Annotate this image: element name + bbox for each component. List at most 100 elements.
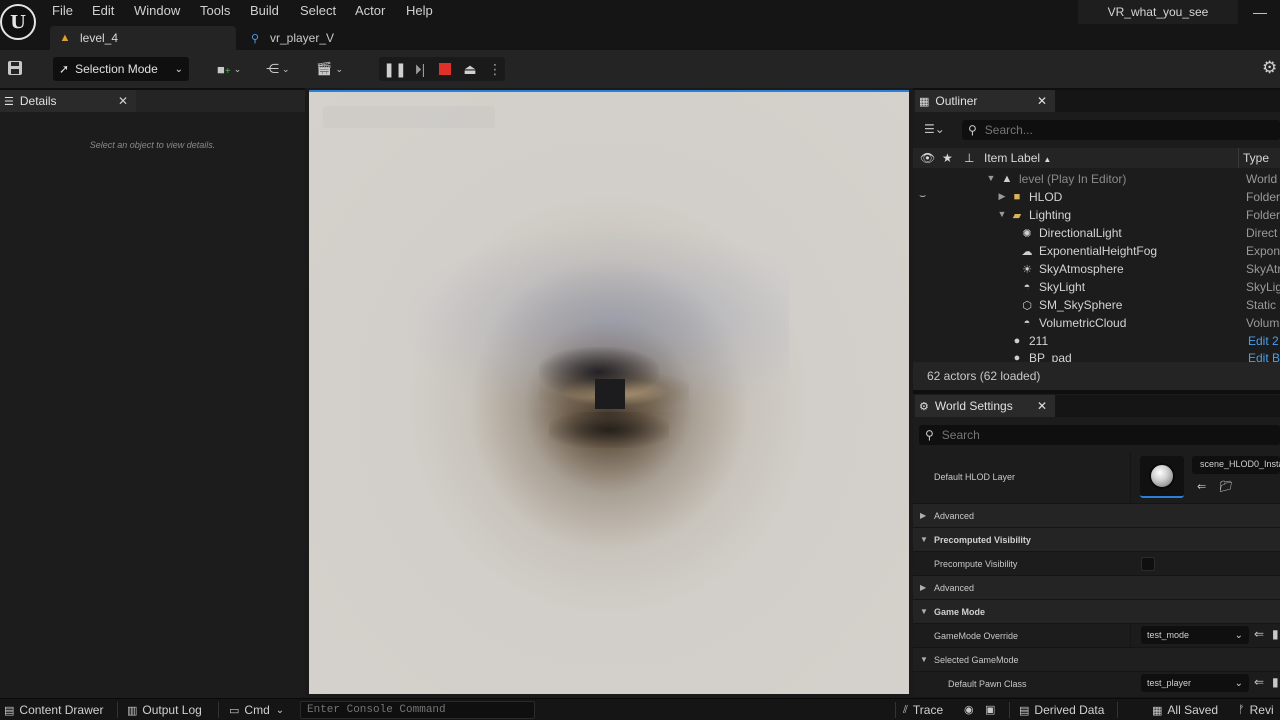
expanded-arrow-icon[interactable]: ▼ (986, 173, 996, 183)
sky-atmosphere-icon: ☀ (1022, 263, 1032, 276)
default-pawn-class-value: test_player (1147, 678, 1192, 688)
add-actor-button[interactable]: ■+ ⌄ (217, 60, 241, 78)
collapsed-arrow-icon[interactable]: ▶ (997, 191, 1007, 202)
row-type-link[interactable]: Edit B (1248, 351, 1280, 362)
outliner-row[interactable]: ◓ VolumetricCloud Volum (913, 315, 1280, 333)
console-command-input[interactable] (300, 701, 535, 719)
outliner-row[interactable]: ☀ SkyAtmosphere SkyAtr (913, 261, 1280, 279)
unreal-logo-icon[interactable]: U (0, 4, 36, 40)
category-precomputed-visibility[interactable]: ▼ Precomputed Visibility (913, 528, 1280, 552)
menu-build[interactable]: Build (250, 3, 279, 18)
sky-light-icon: ◓ (1023, 281, 1031, 293)
chevron-down-icon: ⌄ (1234, 629, 1243, 641)
item-label-column-header[interactable]: Item Label ▲ (984, 151, 1051, 165)
selected-gamemode-label: Selected GameMode (934, 655, 1019, 665)
actor-row-label: ✺ DirectionalLight (1019, 226, 1121, 240)
use-selected-asset-icon[interactable]: ⇐ (1197, 480, 1206, 493)
expanded-arrow-icon: ▼ (920, 607, 928, 616)
category-selected-gamemode[interactable]: ▼ Selected GameMode (913, 648, 1280, 672)
menu-window[interactable]: Window (134, 3, 180, 18)
close-icon[interactable]: ✕ (1037, 399, 1047, 413)
hlod-asset-picker[interactable]: scene_HLOD0_Instanced (1192, 456, 1280, 474)
close-icon[interactable]: ✕ (1037, 94, 1047, 108)
world-settings-search-input[interactable] (941, 428, 1142, 442)
actor-row-label: ☁ ExponentialHeightFog (1019, 244, 1158, 258)
outliner-row[interactable]: ✺ DirectionalLight Direct (913, 225, 1280, 243)
row-type-link[interactable]: Edit 2 (1248, 334, 1280, 348)
step-icon[interactable]: ⏵| (411, 60, 429, 78)
selection-mode-dropdown[interactable]: ➚ Selection Mode ⌄ (53, 57, 189, 81)
menu-help[interactable]: Help (406, 3, 433, 18)
viewport-cube (595, 379, 625, 409)
doc-tab-level[interactable]: ▲ level_4 (50, 26, 236, 50)
all-saved-button[interactable]: ▦ All Saved (1152, 703, 1218, 717)
hlod-asset-thumbnail[interactable] (1140, 456, 1184, 498)
output-log-button[interactable]: ▥ Output Log (127, 703, 202, 717)
blueprint-menu-button[interactable]: ⋲ ⌄ (266, 60, 290, 78)
filter-icon[interactable]: ☰⌄ (924, 122, 945, 136)
precompute-visibility-checkbox[interactable] (1141, 557, 1155, 571)
game-viewport[interactable] (309, 90, 909, 694)
outliner-tab[interactable]: ▦ Outliner ✕ (915, 90, 1055, 112)
outliner-row[interactable]: ◓ SkyLight SkyLig (913, 279, 1280, 297)
browse-asset-icon[interactable]: 📁︎ (1219, 480, 1233, 493)
menu-tools[interactable]: Tools (200, 3, 230, 18)
screenshot-button[interactable]: ▣ (985, 703, 1000, 716)
content-drawer-button[interactable]: ▤ Content Drawer (4, 703, 103, 717)
visibility-column-eye-icon[interactable]: 👁︎ (920, 151, 935, 165)
browse-asset-icon[interactable]: ▮ (1272, 675, 1279, 689)
outliner-search-input[interactable] (984, 123, 1185, 137)
minimize-window-icon[interactable]: — (1240, 4, 1280, 20)
divider (117, 702, 118, 718)
category-advanced-2[interactable]: ▶ Advanced (913, 576, 1280, 600)
expanded-arrow-icon[interactable]: ▼ (997, 209, 1007, 219)
row-type: Expon (1246, 244, 1280, 258)
doc-tab-player-blueprint[interactable]: ⚲ vr_player_V (240, 26, 380, 50)
derived-data-button[interactable]: ▤ Derived Data (1019, 703, 1104, 717)
outliner-search-box[interactable]: ⚲ (962, 120, 1280, 140)
doc-tab-level-label: level_4 (80, 31, 119, 45)
category-advanced[interactable]: ▶ Advanced (913, 504, 1280, 528)
type-column-header[interactable]: Type (1243, 151, 1269, 165)
category-game-mode[interactable]: ▼ Game Mode (913, 600, 1280, 624)
record-button[interactable]: ◉ (964, 703, 979, 716)
default-pawn-class-dropdown[interactable]: test_player ⌄ (1141, 674, 1249, 692)
outliner-row[interactable]: ▼ ▰ Lighting Folder (913, 207, 1280, 225)
menu-edit[interactable]: Edit (92, 3, 114, 18)
use-selected-asset-icon[interactable]: ⇐ (1254, 675, 1264, 689)
close-icon[interactable]: ✕ (118, 94, 128, 108)
trace-button[interactable]: ⫽ Trace (903, 703, 943, 717)
outliner-row[interactable]: ⌣ ▶ ■ HLOD Folder (913, 189, 1280, 207)
revision-control-button[interactable]: ᚠ Revi (1238, 703, 1274, 717)
gamemode-override-dropdown[interactable]: test_mode ⌄ (1141, 626, 1249, 644)
stop-icon[interactable] (436, 60, 454, 78)
column-divider[interactable] (1238, 148, 1239, 168)
save-icon[interactable] (6, 60, 24, 78)
outliner-row[interactable]: ● 211 Edit 2 (913, 333, 1280, 351)
settings-icon[interactable]: ⚙ (1262, 58, 1280, 78)
cinematics-button[interactable]: 🎬︎ ⌄ (316, 60, 343, 78)
outliner-row[interactable]: ☁ ExponentialHeightFog Expon (913, 243, 1280, 261)
outliner-row[interactable]: ● BP_pad Edit B (913, 350, 1280, 362)
favorite-column-star-icon[interactable]: ★ (942, 151, 953, 165)
menu-file[interactable]: File (52, 3, 73, 18)
use-selected-asset-icon[interactable]: ⇐ (1254, 627, 1264, 641)
outliner-row[interactable]: ▼ ▲ level (Play In Editor) World (913, 171, 1280, 189)
menu-actor[interactable]: Actor (355, 3, 385, 18)
eject-icon[interactable]: ⏏ (461, 60, 479, 78)
menu-select[interactable]: Select (300, 3, 336, 18)
row-text: 211 (1029, 334, 1049, 348)
cmd-dropdown[interactable]: ▭ Cmd ⌄ (229, 703, 284, 717)
content-drawer-icon: ▤ (4, 704, 15, 717)
chevron-down-icon: ⌄ (282, 63, 290, 74)
browse-asset-icon[interactable]: ▮ (1272, 627, 1279, 641)
outliner-row[interactable]: ⬡ SM_SkySphere Static (913, 297, 1280, 315)
eye-closed-icon[interactable]: ⌣ (919, 190, 926, 203)
world-settings-search-box[interactable]: ⚲ (919, 425, 1280, 445)
actor-row-label: ☀ SkyAtmosphere (1019, 262, 1124, 276)
pause-icon[interactable]: ❚❚ (383, 60, 406, 78)
more-icon[interactable]: ⋮ (486, 60, 504, 78)
world-settings-tab[interactable]: ⚙ World Settings ✕ (915, 395, 1055, 417)
details-tab[interactable]: ☰ Details ✕ (0, 90, 136, 112)
pin-column-icon[interactable]: ⊥ (964, 151, 974, 165)
